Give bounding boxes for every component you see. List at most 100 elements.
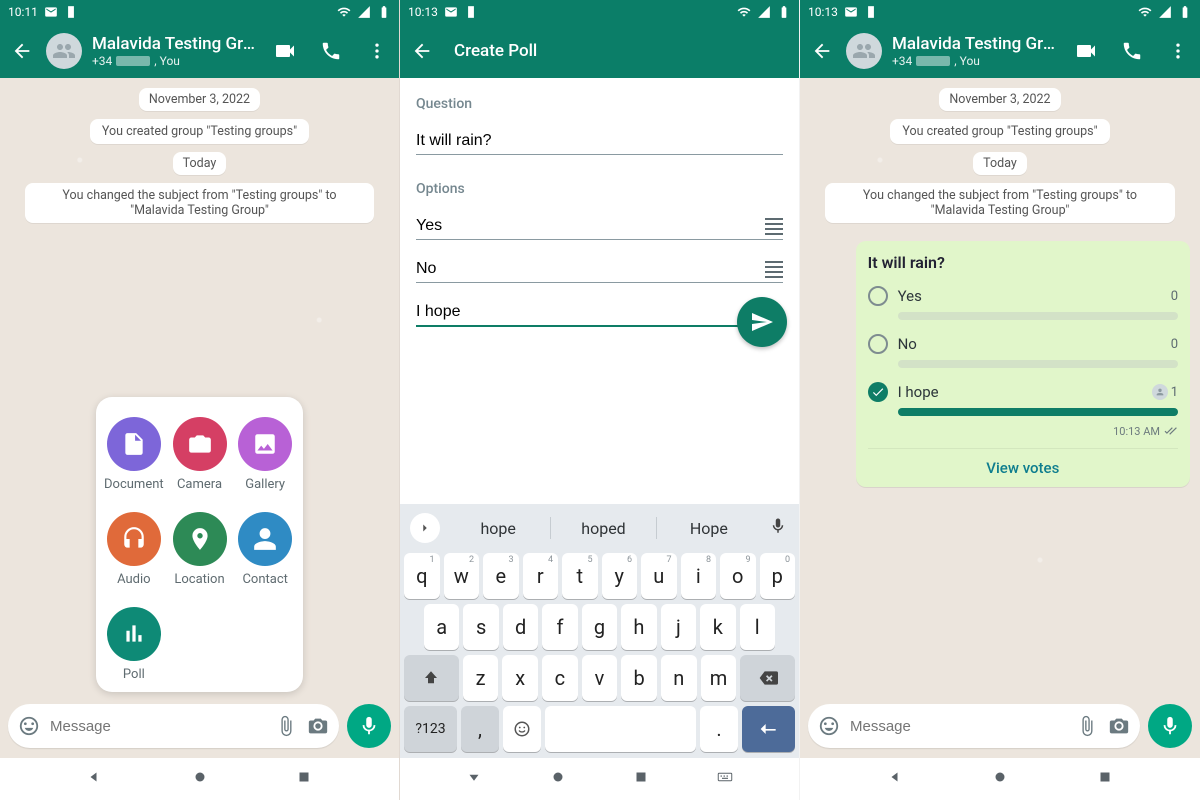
emoji-icon[interactable] bbox=[818, 715, 840, 737]
key-g[interactable]: g bbox=[582, 604, 617, 650]
attachment-location[interactable]: Location bbox=[170, 512, 230, 587]
view-votes-button[interactable]: View votes bbox=[868, 448, 1178, 481]
nav-recents[interactable] bbox=[295, 768, 313, 790]
message-input[interactable] bbox=[50, 718, 265, 735]
key-h[interactable]: h bbox=[621, 604, 656, 650]
question-field[interactable] bbox=[416, 126, 783, 155]
video-call-button[interactable] bbox=[1072, 37, 1100, 65]
option-input[interactable] bbox=[416, 217, 765, 235]
key-j[interactable]: j bbox=[661, 604, 696, 650]
comma-key[interactable]: , bbox=[461, 706, 499, 752]
question-input[interactable] bbox=[416, 132, 783, 150]
suggestion[interactable]: Hope bbox=[657, 519, 761, 538]
key-k[interactable]: k bbox=[700, 604, 735, 650]
drag-handle-icon[interactable] bbox=[765, 261, 783, 278]
camera-icon[interactable] bbox=[307, 715, 329, 737]
attachment-contact[interactable]: Contact bbox=[235, 512, 295, 587]
key-d[interactable]: d bbox=[503, 604, 538, 650]
key-z[interactable]: z bbox=[463, 655, 499, 701]
attachment-poll[interactable]: Poll bbox=[104, 607, 164, 682]
poll-option[interactable]: I hope1 bbox=[868, 382, 1178, 416]
key-i[interactable]: i8 bbox=[681, 553, 717, 599]
attachment-audio[interactable]: Audio bbox=[104, 512, 164, 587]
back-button[interactable] bbox=[8, 37, 36, 65]
status-bar: 10:13 bbox=[800, 0, 1200, 24]
more-button[interactable] bbox=[363, 37, 391, 65]
message-input-box[interactable] bbox=[8, 704, 339, 748]
nav-recents[interactable] bbox=[1096, 768, 1114, 790]
back-button[interactable] bbox=[408, 37, 436, 65]
option-input[interactable] bbox=[416, 303, 783, 321]
key-q[interactable]: q1 bbox=[404, 553, 440, 599]
mic-button[interactable] bbox=[1148, 704, 1192, 748]
poll-option[interactable]: Yes0 bbox=[868, 286, 1178, 320]
key-r[interactable]: r4 bbox=[523, 553, 559, 599]
chat-title-block[interactable]: Malavida Testing Group +34, You bbox=[892, 34, 1062, 68]
key-w[interactable]: w2 bbox=[444, 553, 480, 599]
suggestion[interactable]: hoped bbox=[551, 519, 655, 538]
nav-home[interactable] bbox=[191, 768, 209, 790]
shift-key[interactable] bbox=[404, 655, 459, 701]
option-input[interactable] bbox=[416, 260, 765, 278]
camera-icon[interactable] bbox=[1108, 715, 1130, 737]
message-input[interactable] bbox=[850, 718, 1066, 735]
key-u[interactable]: u7 bbox=[641, 553, 677, 599]
drag-handle-icon[interactable] bbox=[765, 218, 783, 235]
nav-back[interactable] bbox=[465, 768, 483, 790]
more-button[interactable] bbox=[1164, 37, 1192, 65]
key-b[interactable]: b bbox=[621, 655, 657, 701]
message-input-box[interactable] bbox=[808, 704, 1140, 748]
period-key[interactable]: . bbox=[700, 706, 738, 752]
nav-back[interactable] bbox=[86, 768, 104, 790]
send-poll-button[interactable] bbox=[737, 297, 787, 347]
voice-call-button[interactable] bbox=[317, 37, 345, 65]
chat-title-block[interactable]: Malavida Testing Group +34, You bbox=[92, 34, 261, 68]
nav-recents[interactable] bbox=[632, 768, 650, 790]
expand-suggestions-button[interactable] bbox=[410, 513, 440, 543]
group-avatar[interactable] bbox=[846, 33, 882, 69]
attach-icon[interactable] bbox=[1076, 715, 1098, 737]
status-time: 10:11 bbox=[8, 5, 38, 19]
attach-icon[interactable] bbox=[275, 715, 297, 737]
system-nav bbox=[0, 758, 399, 800]
key-p[interactable]: p0 bbox=[760, 553, 796, 599]
key-y[interactable]: y6 bbox=[602, 553, 638, 599]
group-avatar[interactable] bbox=[46, 33, 82, 69]
poll-message[interactable]: It will rain? Yes0No0I hope1 10:13 AM Vi… bbox=[856, 241, 1190, 487]
key-a[interactable]: a bbox=[424, 604, 459, 650]
option-field[interactable] bbox=[416, 211, 783, 240]
key-m[interactable]: m bbox=[701, 655, 737, 701]
voice-input-button[interactable] bbox=[761, 517, 795, 539]
mic-button[interactable] bbox=[347, 704, 391, 748]
key-n[interactable]: n bbox=[661, 655, 697, 701]
poll-option[interactable]: No0 bbox=[868, 334, 1178, 368]
key-c[interactable]: c bbox=[542, 655, 578, 701]
key-x[interactable]: x bbox=[502, 655, 538, 701]
key-o[interactable]: o9 bbox=[720, 553, 756, 599]
key-e[interactable]: e3 bbox=[483, 553, 519, 599]
key-s[interactable]: s bbox=[463, 604, 498, 650]
nav-home[interactable] bbox=[991, 768, 1009, 790]
suggestion[interactable]: hope bbox=[446, 519, 550, 538]
emoji-key[interactable] bbox=[503, 706, 541, 752]
emoji-icon[interactable] bbox=[18, 715, 40, 737]
back-button[interactable] bbox=[808, 37, 836, 65]
video-call-button[interactable] bbox=[271, 37, 299, 65]
option-field[interactable] bbox=[416, 297, 783, 327]
key-t[interactable]: t5 bbox=[562, 553, 598, 599]
key-l[interactable]: l bbox=[740, 604, 775, 650]
option-field[interactable] bbox=[416, 254, 783, 283]
key-f[interactable]: f bbox=[542, 604, 577, 650]
attachment-camera[interactable]: Camera bbox=[170, 417, 230, 492]
nav-home[interactable] bbox=[549, 768, 567, 790]
nav-keyboard-switch[interactable] bbox=[716, 768, 734, 790]
symbols-key[interactable]: ?123 bbox=[404, 706, 457, 752]
nav-back[interactable] bbox=[887, 768, 905, 790]
enter-key[interactable] bbox=[742, 706, 795, 752]
attachment-document[interactable]: Document bbox=[104, 417, 164, 492]
voice-call-button[interactable] bbox=[1118, 37, 1146, 65]
backspace-key[interactable] bbox=[740, 655, 795, 701]
attachment-gallery[interactable]: Gallery bbox=[235, 417, 295, 492]
key-v[interactable]: v bbox=[582, 655, 618, 701]
space-key[interactable] bbox=[545, 706, 696, 752]
